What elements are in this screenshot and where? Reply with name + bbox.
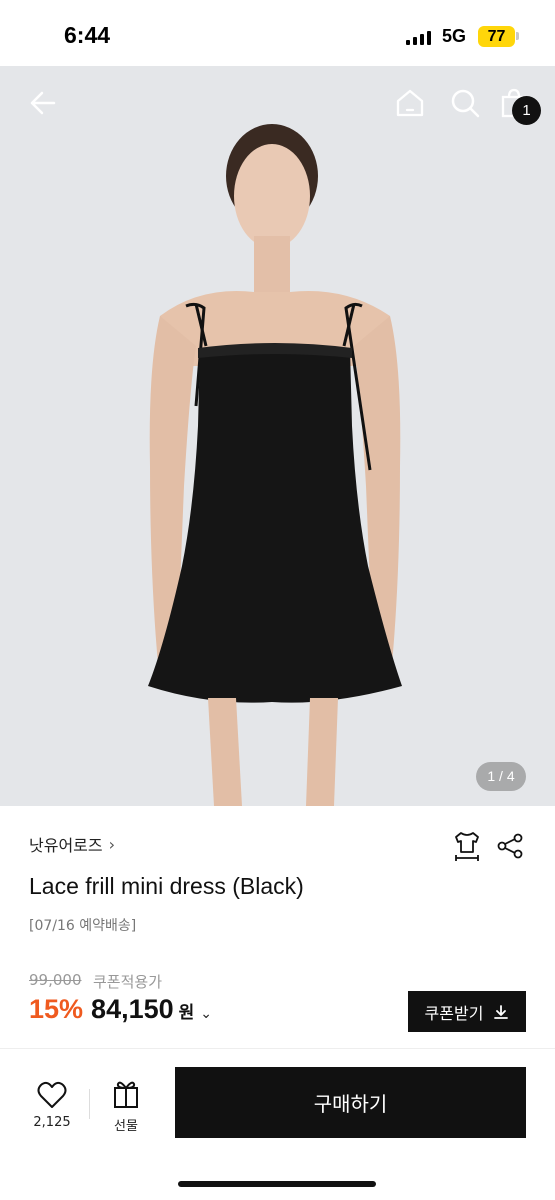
divider	[89, 1089, 90, 1119]
gift-label: 선물	[114, 1119, 138, 1134]
battery-icon: 77	[478, 26, 515, 47]
chevron-right-icon: ›	[108, 834, 116, 854]
discount-rate: 15%	[29, 994, 84, 1024]
product-image-carousel[interactable]	[0, 66, 555, 806]
buy-button[interactable]: 구매하기	[175, 1067, 526, 1138]
original-price: 99,000	[29, 971, 82, 989]
network-label: 5G	[442, 26, 467, 46]
brand-name: 낫유어로즈	[29, 836, 103, 855]
home-indicator	[178, 1181, 376, 1187]
currency-label: 원	[178, 1003, 195, 1023]
cart-count-badge: 1	[512, 96, 541, 125]
product-title: Lace frill mini dress (Black)	[29, 873, 304, 899]
product-photo	[148, 124, 402, 806]
sale-price: 84,150	[91, 994, 174, 1024]
price-row[interactable]: 15% 84,150 원 ⌄	[29, 994, 212, 1025]
like-button[interactable]: 2,125	[24, 1081, 80, 1130]
chevron-down-icon: ⌄	[200, 1006, 213, 1022]
status-time: 6:44	[64, 22, 111, 48]
delivery-note: [07/16 예약배송]	[29, 918, 137, 934]
like-count: 2,125	[33, 1115, 71, 1130]
image-page-indicator: 1 / 4	[476, 762, 526, 791]
coupon-price-label: 쿠폰적용가	[93, 973, 163, 991]
bottom-action-bar: 2,125 선물 구매하기	[0, 1048, 555, 1200]
signal-icon	[406, 31, 431, 45]
size-guide-icon[interactable]	[452, 830, 482, 862]
download-icon	[494, 1004, 509, 1019]
gift-button[interactable]: 선물	[100, 1079, 152, 1134]
battery-tip	[516, 32, 519, 40]
home-icon[interactable]	[393, 86, 427, 120]
heart-icon	[37, 1081, 67, 1108]
gift-icon	[114, 1081, 138, 1108]
share-icon[interactable]	[496, 832, 524, 860]
buy-label: 구매하기	[313, 1092, 388, 1116]
get-coupon-label: 쿠폰받기	[424, 1003, 484, 1023]
get-coupon-button[interactable]: 쿠폰받기	[408, 991, 526, 1032]
status-bar: 6:44 5G 77	[0, 0, 555, 66]
search-icon[interactable]	[448, 86, 482, 120]
back-arrow-icon[interactable]	[26, 86, 60, 120]
brand-link[interactable]: 낫유어로즈 ›	[29, 832, 115, 856]
